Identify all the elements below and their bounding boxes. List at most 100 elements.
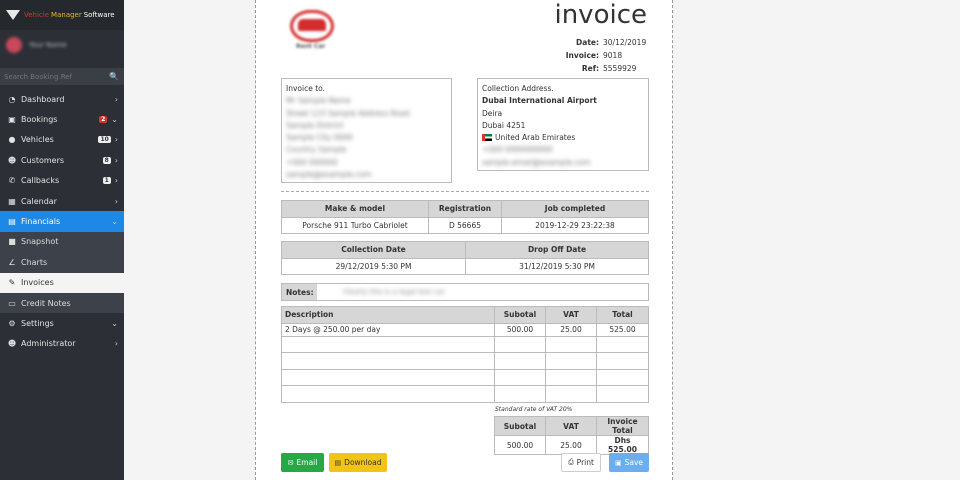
count-badge: 1 — [102, 177, 111, 185]
col-header: Collection Date — [281, 241, 466, 259]
download-button[interactable]: ▤ Download — [329, 453, 387, 472]
chart-icon: ▤ — [8, 217, 16, 227]
sidebar-item-label: Customers — [21, 155, 65, 165]
sidebar-item-financials[interactable]: ▤ Financials ⌄ — [0, 211, 124, 232]
user-panel[interactable]: Your Name — [0, 30, 124, 60]
col-header: VAT — [545, 416, 597, 436]
sidebar-item-calendar[interactable]: ▦ Calendar › — [0, 191, 124, 211]
brand[interactable]: Vehicle Manager Software — [0, 0, 124, 30]
totals-table: Subotal VAT Invoice Total 500.00 25.00 D… — [494, 416, 649, 455]
floppy-disk-icon: ▣ — [614, 458, 622, 467]
brand-word-3: Software — [83, 11, 115, 19]
count-badge: 10 — [98, 136, 111, 144]
sidebar-item-invoices[interactable]: ✎ Invoices — [0, 272, 124, 293]
job-completed: 2019-12-29 23:22:38 — [501, 216, 649, 234]
uae-flag-icon — [482, 134, 492, 142]
line-description: 2 Days @ 250.00 per day — [281, 322, 495, 337]
sidebar-item-administrator[interactable]: ☻ Administrator › — [0, 334, 124, 354]
invoice-to-line: Country Sample — [286, 145, 347, 155]
count-badge: 8 — [102, 156, 111, 164]
company-logo: Rent Car — [286, 10, 338, 52]
sidebar-item-label: Administrator — [21, 339, 76, 349]
invoice-to-line: Street 123 Sample Address Road — [286, 108, 410, 118]
sidebar-item-label: Invoices — [21, 278, 54, 288]
sidebar-item-settings[interactable]: ⚙ Settings ⌄ — [0, 313, 124, 333]
car-icon: ● — [8, 135, 16, 145]
sidebar: Vehicle Manager Software Your Name 🔍 ◔ Da… — [0, 0, 124, 480]
collection-address-box: Collection Address. Dubai International … — [477, 78, 649, 171]
col-header: Drop Off Date — [465, 241, 649, 259]
sidebar-item-snapshot[interactable]: ■ Snapshot — [0, 232, 124, 252]
printer-icon: ⎙ — [568, 458, 574, 466]
save-button[interactable]: ▣ Save — [609, 453, 649, 472]
invoice-to-line: Sample City 0000 — [286, 133, 353, 143]
search-input[interactable] — [0, 68, 104, 85]
ref-label: Ref: — [581, 64, 599, 73]
vehicle-registration: D 56665 — [428, 216, 502, 234]
table-row — [281, 335, 649, 353]
dashboard-icon: ◔ — [8, 94, 16, 104]
sidebar-item-vehicles[interactable]: ● Vehicles 10 › — [0, 130, 124, 150]
sidebar-item-bookings[interactable]: ▣ Bookings 2 ⌄ — [0, 109, 124, 129]
invoice-meta: Date: 30/12/2019 Invoice: 9018 Ref: 5559929 — [566, 38, 647, 77]
sidebar-item-label: Callbacks — [21, 176, 60, 186]
col-header: Subotal — [494, 306, 546, 324]
sidebar-item-label: Vehicles — [21, 135, 54, 145]
chevron-down-icon: ⌄ — [111, 217, 118, 227]
line-chart-icon: ∠ — [8, 257, 16, 267]
brand-word-2: Manager — [51, 11, 82, 19]
table-row: Porsche 911 Turbo Cabriolet D 56665 2019… — [281, 216, 649, 234]
sidebar-item-label: Charts — [21, 257, 48, 267]
credit-note-icon: ▭ — [8, 298, 16, 308]
vat-note: Standard rate of VAT 20% — [495, 406, 573, 413]
line-items-table: Description Subotal VAT Total 2 Days @ 2… — [281, 306, 649, 403]
chevron-down-icon: ⌄ — [111, 115, 118, 125]
line-vat: 25.00 — [545, 322, 597, 337]
sidebar-item-credit-notes[interactable]: ▭ Credit Notes — [0, 293, 124, 313]
calendar-icon: ▦ — [8, 196, 16, 206]
chevron-right-icon: › — [114, 339, 118, 349]
table-row: 500.00 25.00 Dhs 525.00 — [494, 435, 649, 455]
table-row — [281, 368, 649, 386]
vehicle-model: Porsche 911 Turbo Cabriolet — [281, 216, 429, 234]
email-button-label: Email — [296, 458, 318, 467]
count-badge: 2 — [99, 116, 108, 124]
total-subtotal: 500.00 — [494, 435, 546, 455]
date-label: Date: — [576, 38, 599, 47]
sidebar-item-label: Snapshot — [21, 237, 59, 247]
chevron-right-icon: › — [114, 176, 118, 186]
sidebar-item-charts[interactable]: ∠ Charts — [0, 252, 124, 272]
logo-text: Rent Car — [296, 43, 326, 50]
col-header: Job completed — [501, 200, 649, 218]
download-button-label: Download — [344, 458, 382, 467]
chevron-right-icon: › — [114, 155, 118, 165]
chevron-down-icon: ⌄ — [111, 318, 118, 328]
save-button-label: Save — [624, 458, 644, 467]
col-header: Make & model — [281, 200, 429, 218]
chevron-right-icon: › — [114, 94, 118, 104]
email-button[interactable]: ✉ Email — [281, 453, 324, 472]
col-header: Registration — [428, 200, 502, 218]
col-header: Subotal — [494, 416, 546, 436]
collection-line: Dubai 4251 — [482, 120, 526, 130]
dates-table: Collection Date Drop Off Date 29/12/2019… — [281, 241, 649, 275]
invoice-total: Dhs 525.00 — [596, 435, 649, 455]
logo-car-icon — [298, 19, 326, 31]
chevron-right-icon: › — [114, 135, 118, 145]
col-header: Invoice Total — [596, 416, 649, 436]
dashed-divider — [281, 191, 649, 192]
sidebar-item-dashboard[interactable]: ◔ Dashboard › — [0, 89, 124, 109]
col-header: Description — [281, 306, 495, 324]
invoice-number: 9018 — [603, 51, 623, 60]
invoice-to-line: sample@example.com — [286, 170, 372, 180]
search-icon[interactable]: 🔍 — [104, 68, 124, 85]
sidebar-menu: ◔ Dashboard › ▣ Bookings 2 ⌄ ● Vehicles 10 › ☻ Cu… — [0, 89, 124, 354]
table-row: 29/12/2019 5:30 PM 31/12/2019 5:30 PM — [281, 257, 649, 275]
sidebar-item-customers[interactable]: ☻ Customers 8 › — [0, 150, 124, 170]
print-button[interactable]: ⎙ Print — [561, 453, 601, 472]
sidebar-item-label: Dashboard — [21, 94, 65, 104]
invoice-title: invoice — [554, 0, 647, 30]
sidebar-item-callbacks[interactable]: ✆ Callbacks 1 › — [0, 171, 124, 191]
invoice-to-box: Invoice to. Mr Sample Name Street 123 Sa… — [281, 78, 452, 183]
sidebar-item-label: Calendar — [21, 196, 57, 206]
